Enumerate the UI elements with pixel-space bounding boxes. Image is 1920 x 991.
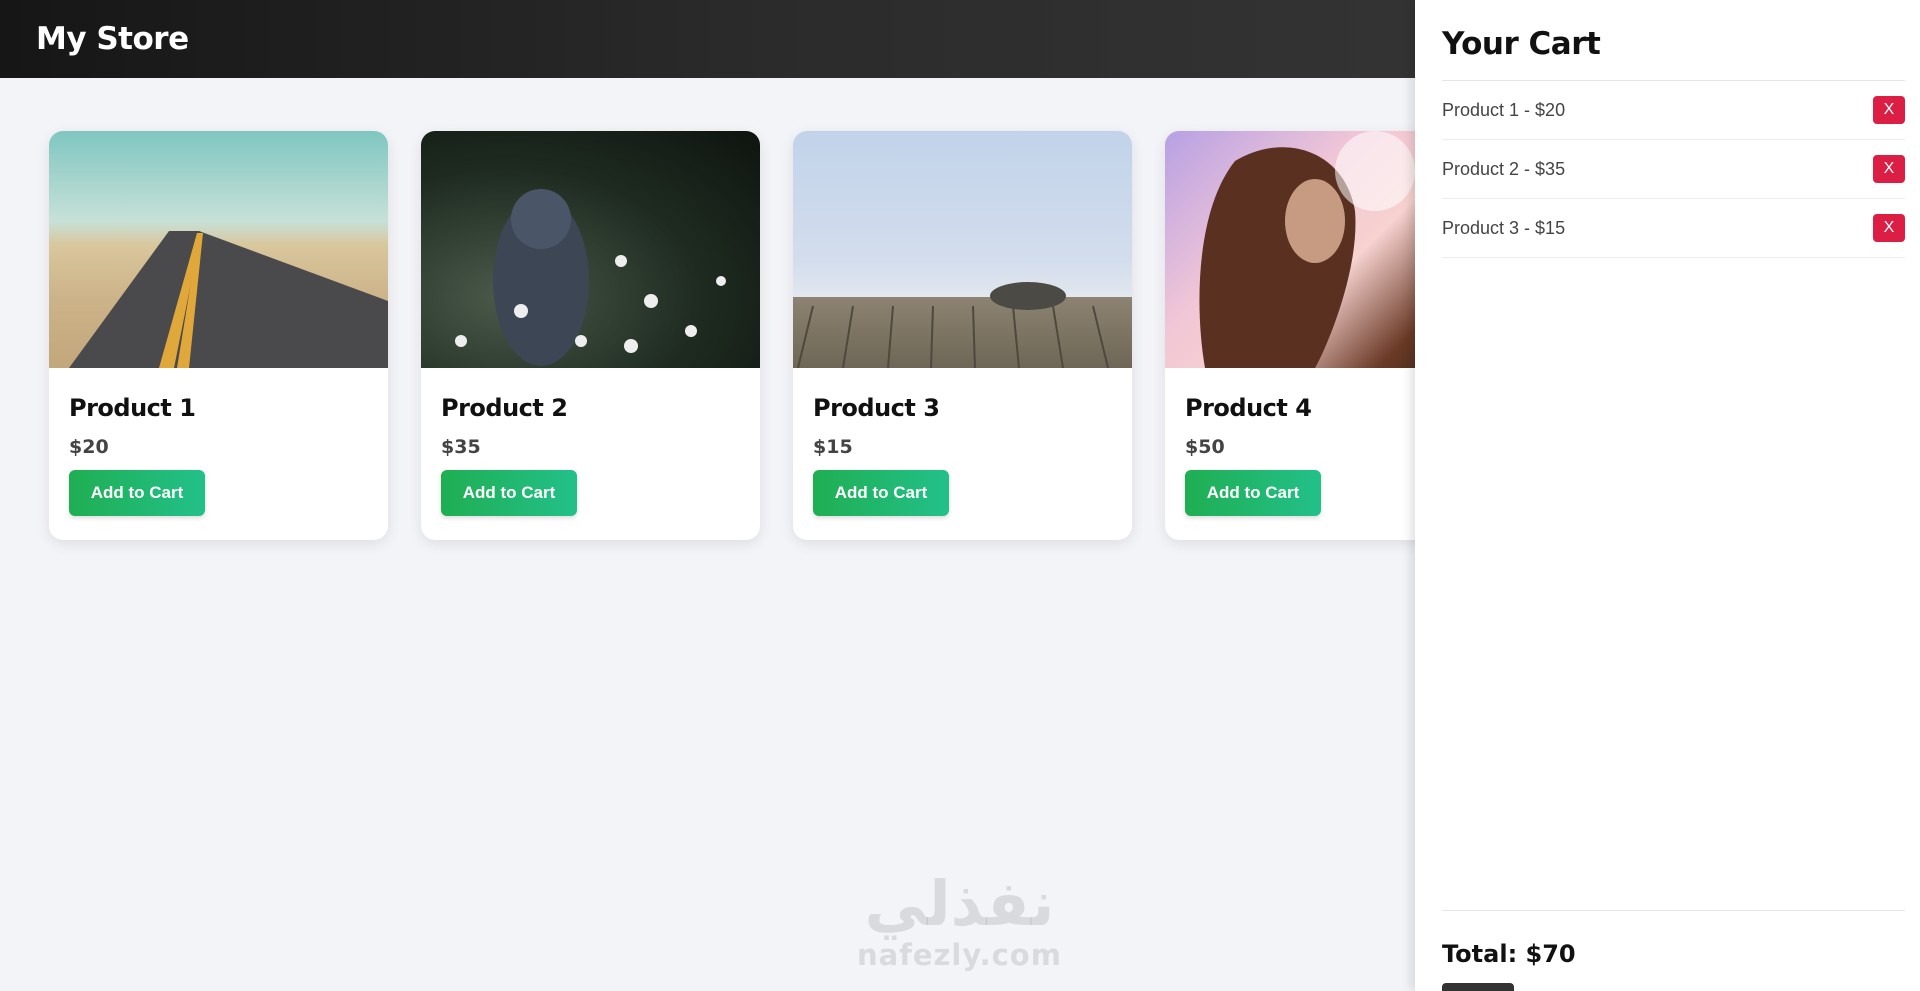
product-price: $20 [69, 436, 109, 458]
product-name: Product 1 [69, 394, 196, 422]
product-card: Product 1 $20 Add to Cart [49, 131, 388, 540]
remove-item-button[interactable]: X [1873, 214, 1905, 242]
product-grid: Product 1 $20 Add to Cart Product 2 $35 … [49, 131, 1504, 540]
product-price: $15 [813, 436, 853, 458]
product-name: Product 2 [441, 394, 568, 422]
remove-item-button[interactable]: X [1873, 155, 1905, 183]
cart-item-label: Product 2 - $35 [1442, 158, 1566, 179]
product-name: Product 3 [813, 394, 940, 422]
watermark-latin: nafezly.com [857, 938, 1062, 972]
product-image [49, 131, 388, 368]
product-card: Product 3 $15 Add to Cart [793, 131, 1132, 540]
add-to-cart-button[interactable]: Add to Cart [69, 470, 205, 516]
add-to-cart-button[interactable]: Add to Cart [1185, 470, 1321, 516]
cart-footer-divider [1442, 910, 1905, 911]
watermark-arabic: نفذلي [864, 867, 1055, 940]
cart-item: Product 2 - $35 X [1442, 140, 1905, 199]
cart-title: Your Cart [1442, 26, 1601, 62]
cart-item: Product 3 - $15 X [1442, 199, 1905, 258]
checkout-button[interactable] [1442, 983, 1514, 991]
watermark: نفذلي nafezly.com [852, 870, 1067, 991]
cart-item-label: Product 3 - $15 [1442, 217, 1566, 238]
cart-total: Total: $70 [1442, 940, 1576, 968]
cart-item: Product 1 - $20 X [1442, 81, 1905, 140]
add-to-cart-button[interactable]: Add to Cart [813, 470, 949, 516]
product-image [793, 131, 1132, 368]
remove-item-button[interactable]: X [1873, 96, 1905, 124]
store-title: My Store [36, 21, 189, 57]
add-to-cart-button[interactable]: Add to Cart [441, 470, 577, 516]
product-card: Product 2 $35 Add to Cart [421, 131, 760, 540]
product-price: $35 [441, 436, 481, 458]
product-image [421, 131, 760, 368]
cart-item-label: Product 1 - $20 [1442, 99, 1566, 120]
cart-panel: Your Cart Product 1 - $20 X Product 2 - … [1415, 0, 1920, 991]
cart-list: Product 1 - $20 X Product 2 - $35 X Prod… [1442, 81, 1905, 258]
